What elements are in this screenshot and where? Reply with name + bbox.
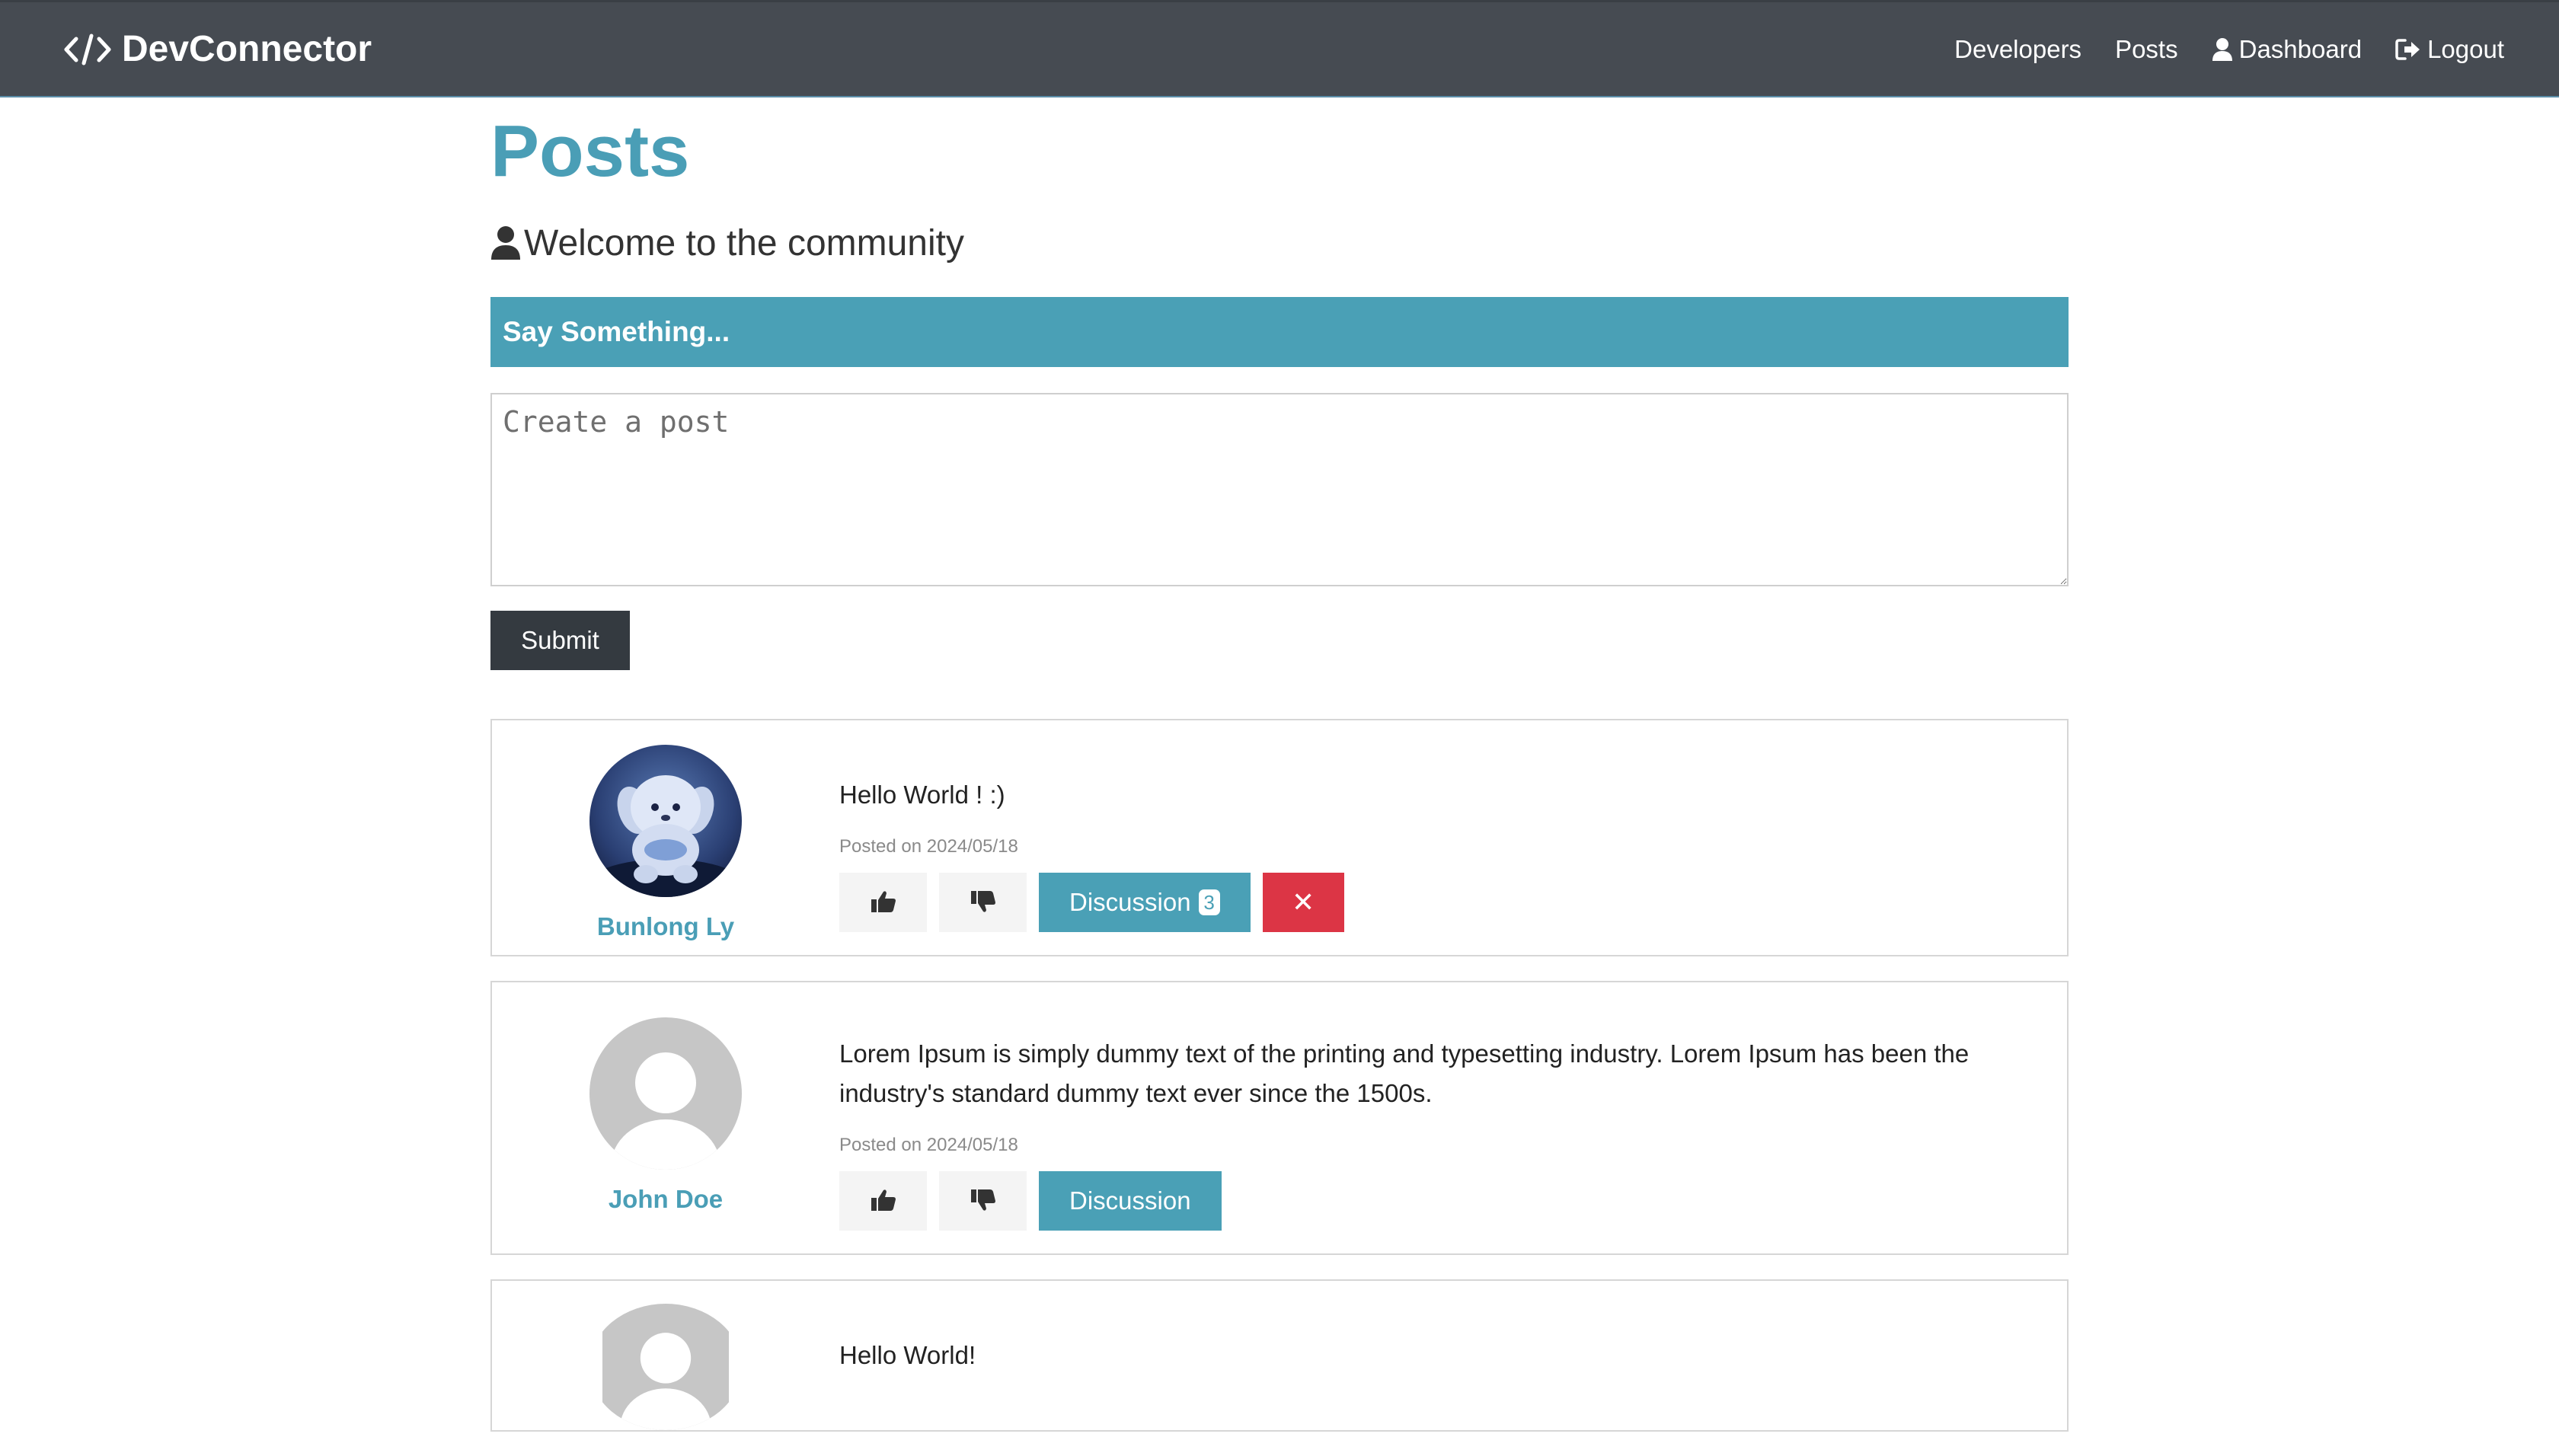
nav-link-label: Developers <box>1954 34 2082 63</box>
page-title: Posts <box>490 110 690 192</box>
lead-text: Welcome to the community <box>490 216 2069 270</box>
discussion-button[interactable]: Discussion 3 <box>1039 873 1251 932</box>
posts-list: Bunlong Ly Hello World ! :) Posted on 20… <box>490 719 2069 1432</box>
post-author[interactable]: John Doe <box>492 982 839 1253</box>
post-item: Hello World! <box>490 1279 2069 1432</box>
nav-link-developers[interactable]: Developers <box>1954 35 2081 64</box>
post-item: Bunlong Ly Hello World ! :) Posted on 20… <box>490 719 2069 956</box>
post-body: Lorem Ipsum is simply dummy text of the … <box>839 982 2067 1253</box>
nav-links: Developers Posts Dashboard Logout <box>1954 35 2504 64</box>
main-container: Posts Welcome to the community Say Somet… <box>490 97 2069 1456</box>
post-text: Hello World! <box>839 1341 976 1369</box>
dislike-button[interactable] <box>939 1171 1027 1231</box>
post-text: Lorem Ipsum is simply dummy text of the … <box>839 1039 1970 1107</box>
comment-count-badge: 3 <box>1198 889 1220 915</box>
post-actions: Discussion <box>839 1171 1991 1231</box>
post-body: Hello World! <box>839 1281 2067 1430</box>
nav-link-dashboard[interactable]: Dashboard <box>2212 35 2362 64</box>
close-icon: ✕ <box>1291 886 1315 918</box>
post-body: Hello World ! :) Posted on 2024/05/18 Di… <box>839 720 2067 955</box>
post-textarea[interactable] <box>490 393 2069 586</box>
like-button[interactable] <box>839 873 927 932</box>
post-date: Posted on 2024/05/18 <box>839 836 1018 857</box>
navbar: DevConnector Developers Posts Dashboard <box>0 0 2559 97</box>
avatar <box>589 1017 742 1170</box>
avatar <box>589 745 742 897</box>
thumbs-up-icon <box>871 1189 896 1214</box>
lead-label: Welcome to the community <box>524 222 964 263</box>
user-icon <box>490 225 521 260</box>
code-icon <box>64 33 111 66</box>
nav-link-logout[interactable]: Logout <box>2395 35 2504 64</box>
submit-button[interactable]: Submit <box>490 611 630 670</box>
form-header-label: Say Something... <box>503 316 730 347</box>
nav-link-label: Posts <box>2115 34 2178 63</box>
delete-button[interactable]: ✕ <box>1262 873 1344 932</box>
post-item: John Doe Lorem Ipsum is simply dummy tex… <box>490 981 2069 1255</box>
discussion-button[interactable]: Discussion <box>1039 1171 1222 1231</box>
like-button[interactable] <box>839 1171 927 1231</box>
dislike-button[interactable] <box>939 873 1027 932</box>
avatar <box>602 1304 729 1430</box>
thumbs-down-icon <box>970 890 996 915</box>
post-text: Hello World ! :) <box>839 781 1005 809</box>
brand-link[interactable]: DevConnector <box>64 28 372 70</box>
post-author[interactable]: Bunlong Ly <box>492 720 839 955</box>
user-icon <box>2212 37 2233 62</box>
discussion-label: Discussion <box>1069 888 1191 916</box>
post-author[interactable] <box>492 1281 839 1430</box>
discussion-label: Discussion <box>1069 1186 1191 1215</box>
brand-name: DevConnector <box>122 29 372 69</box>
author-name: Bunlong Ly <box>596 912 735 940</box>
sign-out-icon <box>2395 38 2421 61</box>
nav-link-label: Dashboard <box>2238 34 2363 63</box>
author-name: John Doe <box>608 1185 724 1213</box>
nav-link-posts[interactable]: Posts <box>2115 35 2178 64</box>
post-date: Posted on 2024/05/18 <box>839 1135 1018 1155</box>
thumbs-up-icon <box>871 890 896 915</box>
thumbs-down-icon <box>970 1189 996 1214</box>
form-header: Say Something... <box>490 297 2069 367</box>
post-actions: Discussion 3 ✕ <box>839 873 1991 932</box>
nav-link-label: Logout <box>2427 34 2504 63</box>
